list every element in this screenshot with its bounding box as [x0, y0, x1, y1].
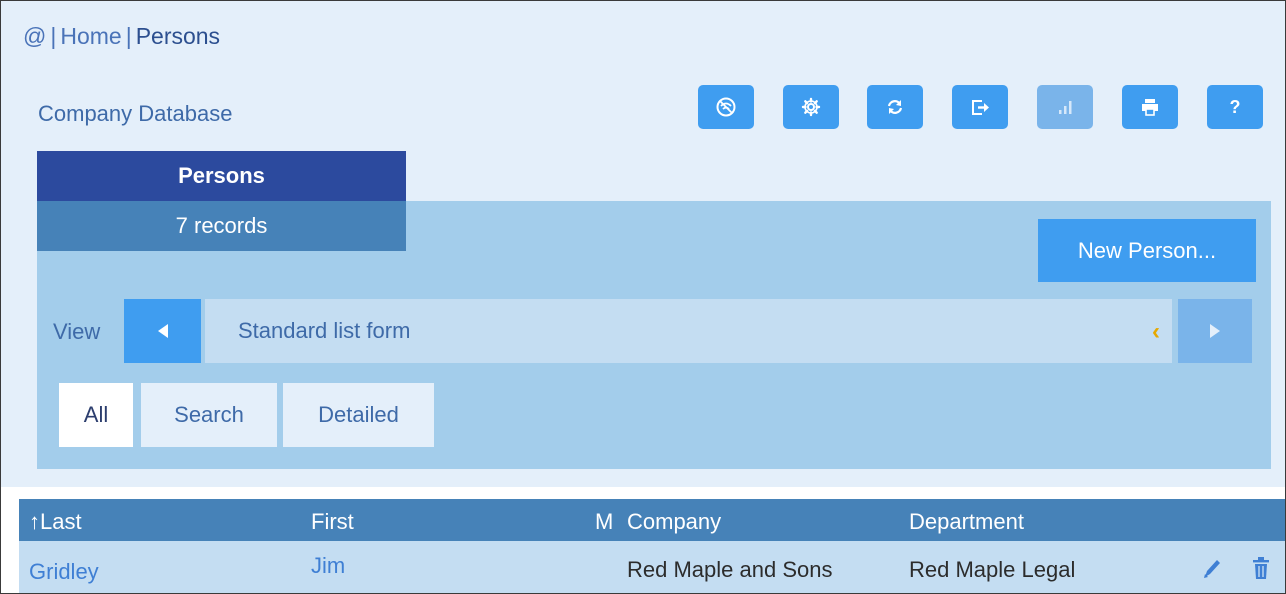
chevron-left-icon: ‹ — [1152, 318, 1160, 345]
table-row[interactable]: Gridley Jim Red Maple and Sons Red Maple… — [19, 541, 1285, 593]
breadcrumb-home[interactable]: Home — [60, 23, 121, 49]
bar-chart-icon — [1059, 101, 1072, 114]
column-header-first[interactable]: First — [311, 509, 354, 535]
trash-icon[interactable] — [1249, 555, 1273, 581]
breadcrumb-separator: | — [125, 23, 132, 49]
column-header-last[interactable]: ↑Last — [29, 509, 82, 535]
print-icon — [1142, 99, 1158, 116]
view-select[interactable]: Standard list form ‹ — [205, 299, 1172, 363]
cell-department: Red Maple Legal — [909, 557, 1076, 582]
new-person-button[interactable]: New Person... — [1038, 219, 1256, 282]
triangle-right-icon — [1210, 324, 1220, 338]
print-button[interactable] — [1122, 85, 1178, 129]
help-button[interactable]: ? — [1207, 85, 1263, 129]
export-icon — [972, 100, 989, 115]
triangle-left-icon — [157, 324, 168, 338]
view-selected-value: Standard list form — [238, 318, 411, 343]
tab-persons[interactable]: Persons — [37, 151, 406, 201]
chart-button[interactable] — [1037, 85, 1093, 129]
view-next-button[interactable] — [1178, 299, 1252, 363]
column-header-department[interactable]: Department — [909, 509, 1024, 535]
view-label: View — [53, 319, 101, 344]
filter-tab-all[interactable]: All — [59, 383, 133, 447]
refresh-icon — [887, 100, 903, 114]
breadcrumb: @ | Home | Persons — [23, 23, 220, 50]
refresh-button[interactable] — [867, 85, 923, 129]
database-title: Company Database — [38, 101, 233, 126]
column-header-company[interactable]: Company — [627, 509, 721, 535]
record-count: 7 records — [37, 201, 406, 251]
cell-last[interactable]: Gridley — [29, 559, 99, 585]
settings-button[interactable] — [783, 85, 839, 129]
column-header-middle[interactable]: M — [595, 509, 613, 535]
breadcrumb-current: Persons — [135, 23, 221, 49]
cell-company: Red Maple and Sons — [627, 557, 833, 582]
export-button[interactable] — [952, 85, 1008, 129]
help-icon: ? — [1229, 96, 1241, 117]
breadcrumb-root[interactable]: @ — [23, 23, 46, 49]
view-prev-button[interactable] — [124, 299, 201, 363]
gear-icon — [801, 97, 821, 117]
table-header: ↑Last First M Company Department — [19, 499, 1285, 541]
no-wifi-button[interactable] — [698, 85, 754, 129]
filter-tab-search[interactable]: Search — [141, 383, 277, 447]
breadcrumb-separator: | — [50, 23, 57, 49]
filter-tab-detailed[interactable]: Detailed — [283, 383, 434, 447]
no-wifi-icon — [716, 97, 736, 117]
app-window: @ | Home | Persons Company Database ? Pe… — [0, 0, 1286, 594]
pencil-icon[interactable] — [1199, 555, 1225, 581]
cell-first[interactable]: Jim — [311, 553, 345, 579]
